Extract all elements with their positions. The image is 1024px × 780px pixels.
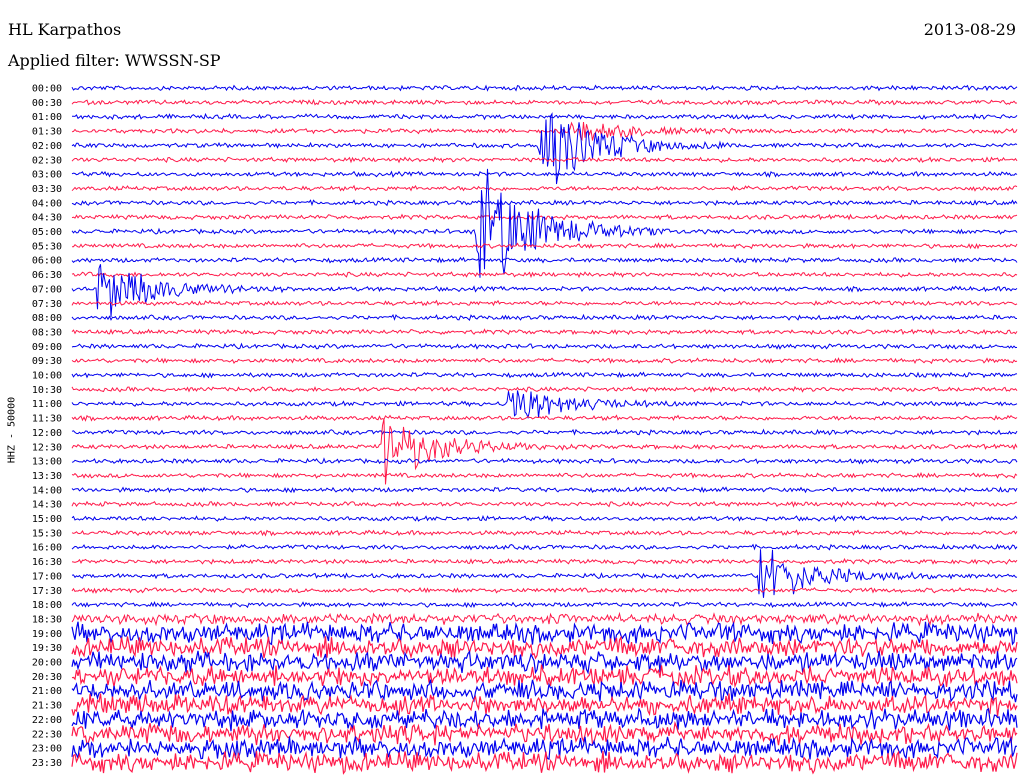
trace-row [71, 664, 1018, 689]
row-time-label: 04:30 [32, 213, 62, 224]
helicorder-plot: 00:00 00:30 01:00 01:30 02:00 02:30 03:00 03:30… [32, 84, 1018, 775]
row-time-label: 08:00 [32, 313, 62, 324]
trace-row [71, 750, 1018, 775]
row-time-label: 02:00 [32, 141, 62, 152]
row-time-label: 10:00 [32, 371, 62, 382]
row-time-label: 09:00 [32, 342, 62, 353]
trace-row [71, 371, 1018, 379]
trace-row [71, 500, 1018, 508]
trace-row [71, 170, 1018, 178]
row-time-label: 20:00 [32, 658, 62, 669]
trace-row [72, 242, 1018, 250]
trace-row [71, 390, 1018, 420]
trace-row [71, 184, 1018, 192]
trace-row [71, 98, 1018, 106]
trace-row [71, 707, 1018, 732]
trace-row [71, 529, 1018, 537]
row-time-label: 15:00 [32, 514, 62, 525]
trace-row [71, 557, 1018, 565]
trace-row [71, 256, 1018, 264]
trace-row [71, 313, 1018, 322]
row-time-label: 08:30 [32, 327, 62, 338]
row-time-label: 11:30 [32, 414, 62, 425]
trace-row [71, 121, 1018, 142]
row-time-label: 18:00 [32, 600, 62, 611]
row-time-label: 23:30 [32, 758, 62, 769]
row-time-label: 14:30 [32, 500, 62, 511]
trace-row [71, 514, 1018, 523]
trace-row [71, 342, 1018, 350]
row-time-label: 17:00 [32, 571, 62, 582]
row-time-label: 21:00 [32, 686, 62, 697]
row-time-label: 21:30 [32, 701, 62, 712]
row-time-label: 16:30 [32, 557, 62, 568]
row-time-label: 03:00 [32, 170, 62, 181]
trace-row [72, 112, 1018, 121]
row-time-label: 13:00 [32, 457, 62, 468]
trace-row [71, 486, 1018, 494]
trace-row [71, 156, 1018, 164]
row-time-label: 02:30 [32, 155, 62, 166]
row-time-label: 12:30 [32, 442, 62, 453]
row-time-label: 04:00 [32, 198, 62, 209]
trace-row [71, 600, 1018, 609]
row-time-label: 09:30 [32, 356, 62, 367]
row-time-label: 17:30 [32, 586, 62, 597]
trace-row [71, 414, 1018, 422]
trace-row [71, 611, 1018, 627]
row-time-label: 18:30 [32, 614, 62, 625]
row-time-label: 15:30 [32, 528, 62, 539]
row-time-label: 20:30 [32, 672, 62, 683]
trace-row [71, 385, 1018, 393]
trace-row [71, 586, 1018, 594]
trace-row [71, 84, 1018, 92]
row-time-label: 00:00 [32, 84, 62, 95]
trace-row [71, 471, 1018, 479]
trace-row [71, 428, 1018, 436]
trace-row [71, 543, 1018, 551]
row-time-label: 03:30 [32, 184, 62, 195]
seismogram-page: HL Karpathos Applied filter: WWSSN-SP 20… [0, 0, 1024, 780]
row-time-label: 22:30 [32, 729, 62, 740]
row-time-label: 12:00 [32, 428, 62, 439]
row-time-label: 05:00 [32, 227, 62, 238]
row-time-label: 19:30 [32, 643, 62, 654]
row-time-label: 07:00 [32, 284, 62, 295]
row-time-label: 07:30 [32, 299, 62, 310]
row-time-label: 13:30 [32, 471, 62, 482]
trace-row [71, 328, 1018, 336]
row-time-label: 10:30 [32, 385, 62, 396]
row-time-label: 01:00 [32, 112, 62, 123]
trace-row [71, 650, 1018, 675]
row-time-label: 14:00 [32, 485, 62, 496]
row-time-label: 01:30 [32, 127, 62, 138]
row-time-label: 06:30 [32, 270, 62, 281]
row-time-label: 00:30 [32, 98, 62, 109]
trace-row [71, 457, 1018, 465]
row-time-label: 22:00 [32, 715, 62, 726]
row-time-label: 05:30 [32, 241, 62, 252]
row-time-label: 19:00 [32, 629, 62, 640]
row-time-label: 16:00 [32, 543, 62, 554]
row-time-label: 23:00 [32, 744, 62, 755]
row-time-label: 11:00 [32, 399, 62, 410]
trace-row [71, 299, 1018, 307]
trace-row [71, 271, 1018, 279]
row-time-label: 06:00 [32, 256, 62, 267]
trace-row [71, 198, 1018, 207]
trace-row [71, 357, 1018, 365]
